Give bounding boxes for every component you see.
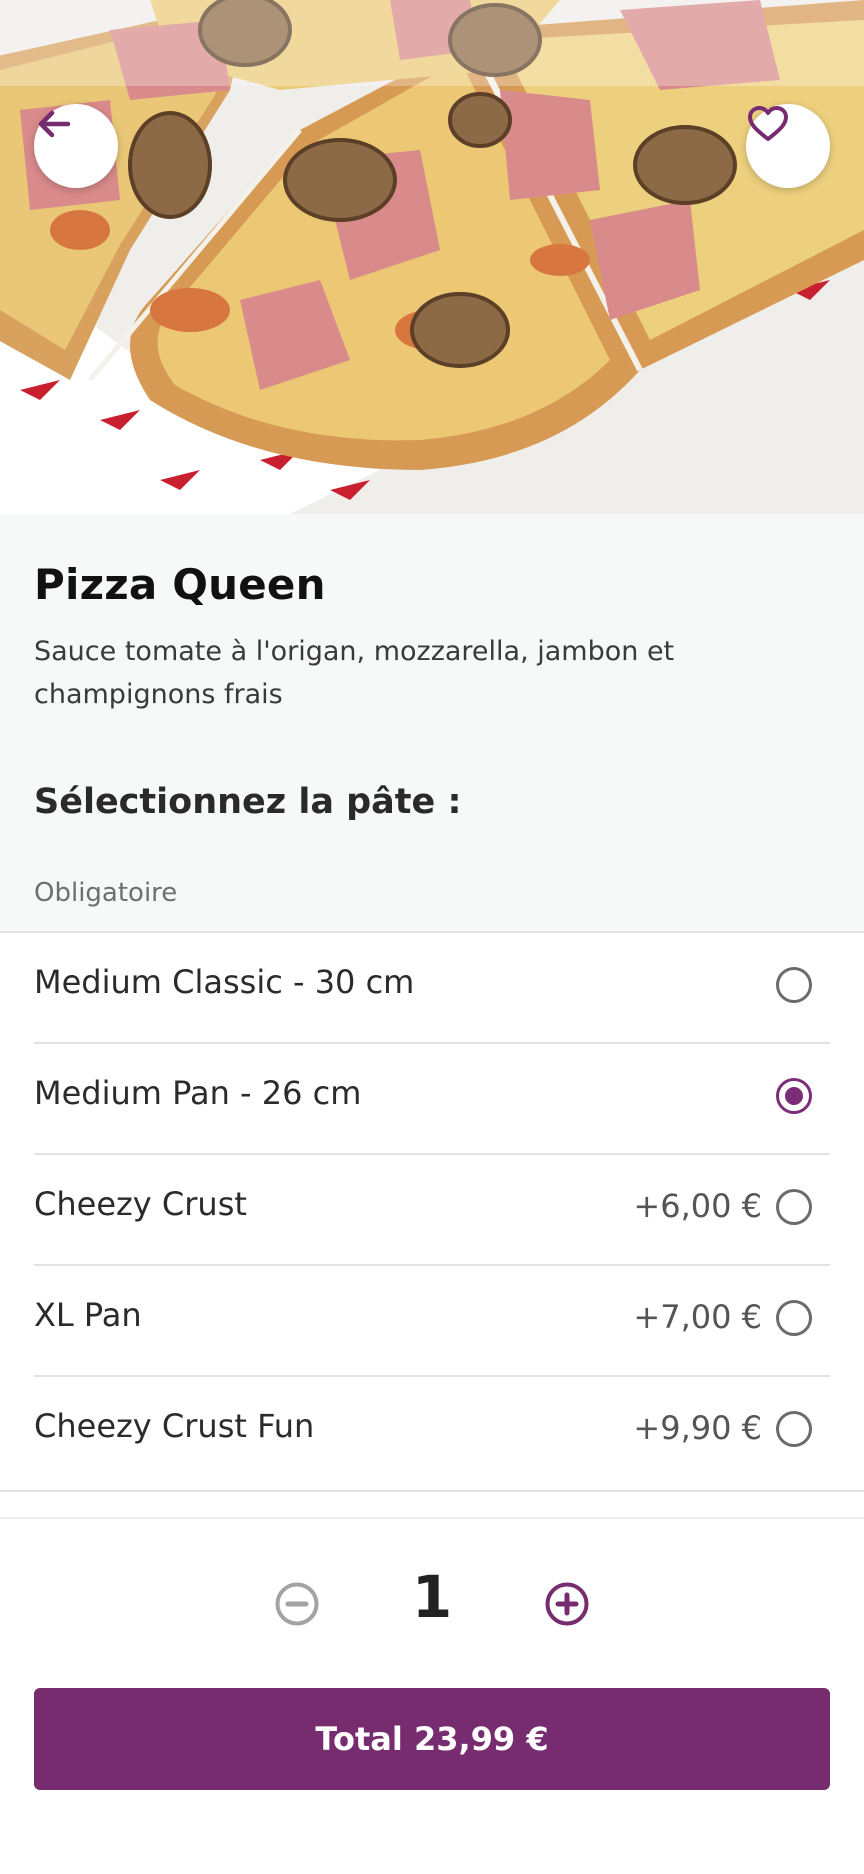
status-bar-overlay [0, 0, 864, 86]
crust-option-cheezy-crust[interactable]: Cheezy Crust +6,00 € [0, 1155, 864, 1266]
increase-quantity-button[interactable] [544, 1581, 590, 1627]
product-details: Pizza Queen Sauce tomate à l'origan, moz… [0, 514, 864, 931]
total-button-label: Total 23,99 € [315, 1720, 549, 1758]
option-price: +9,90 € [633, 1409, 762, 1447]
radio-button[interactable] [776, 967, 812, 1003]
radio-button-selected[interactable] [776, 1078, 812, 1114]
crust-options-list: Medium Classic - 30 cm Medium Pan - 26 c… [0, 931, 864, 1492]
option-label: Cheezy Crust Fun [34, 1407, 315, 1445]
option-label: Cheezy Crust [34, 1185, 247, 1223]
radio-button[interactable] [776, 1300, 812, 1336]
product-title: Pizza Queen [34, 560, 326, 609]
heart-outline-icon [748, 106, 788, 141]
minus-circle-icon [275, 1582, 319, 1626]
back-button[interactable] [34, 104, 118, 188]
option-label: Medium Classic - 30 cm [34, 963, 415, 1001]
product-image [0, 0, 864, 514]
option-label: XL Pan [34, 1296, 142, 1334]
quantity-value: 1 [411, 1563, 453, 1631]
crust-option-cheezy-crust-fun[interactable]: Cheezy Crust Fun +9,90 € [0, 1377, 864, 1488]
crust-section-title: Sélectionnez la pâte : [34, 782, 462, 822]
crust-option-medium-pan[interactable]: Medium Pan - 26 cm [0, 1044, 864, 1155]
decrease-quantity-button[interactable] [274, 1581, 320, 1627]
crust-option-medium-classic[interactable]: Medium Classic - 30 cm [0, 933, 864, 1044]
option-price: +6,00 € [633, 1187, 762, 1225]
option-price: +7,00 € [633, 1298, 762, 1336]
required-label: Obligatoire [34, 878, 178, 908]
plus-circle-icon [545, 1582, 589, 1626]
product-description: Sauce tomate à l'origan, mozzarella, jam… [34, 636, 675, 710]
bottom-action-bar: 1 Total 23,99 € [0, 1517, 864, 1874]
option-label: Medium Pan - 26 cm [34, 1074, 362, 1112]
radio-button[interactable] [776, 1411, 812, 1447]
arrow-left-icon [38, 110, 71, 138]
crust-option-xl-pan[interactable]: XL Pan +7,00 € [0, 1266, 864, 1377]
favorite-button[interactable] [746, 104, 830, 188]
add-to-cart-total-button[interactable]: Total 23,99 € [34, 1688, 830, 1790]
radio-button[interactable] [776, 1189, 812, 1225]
